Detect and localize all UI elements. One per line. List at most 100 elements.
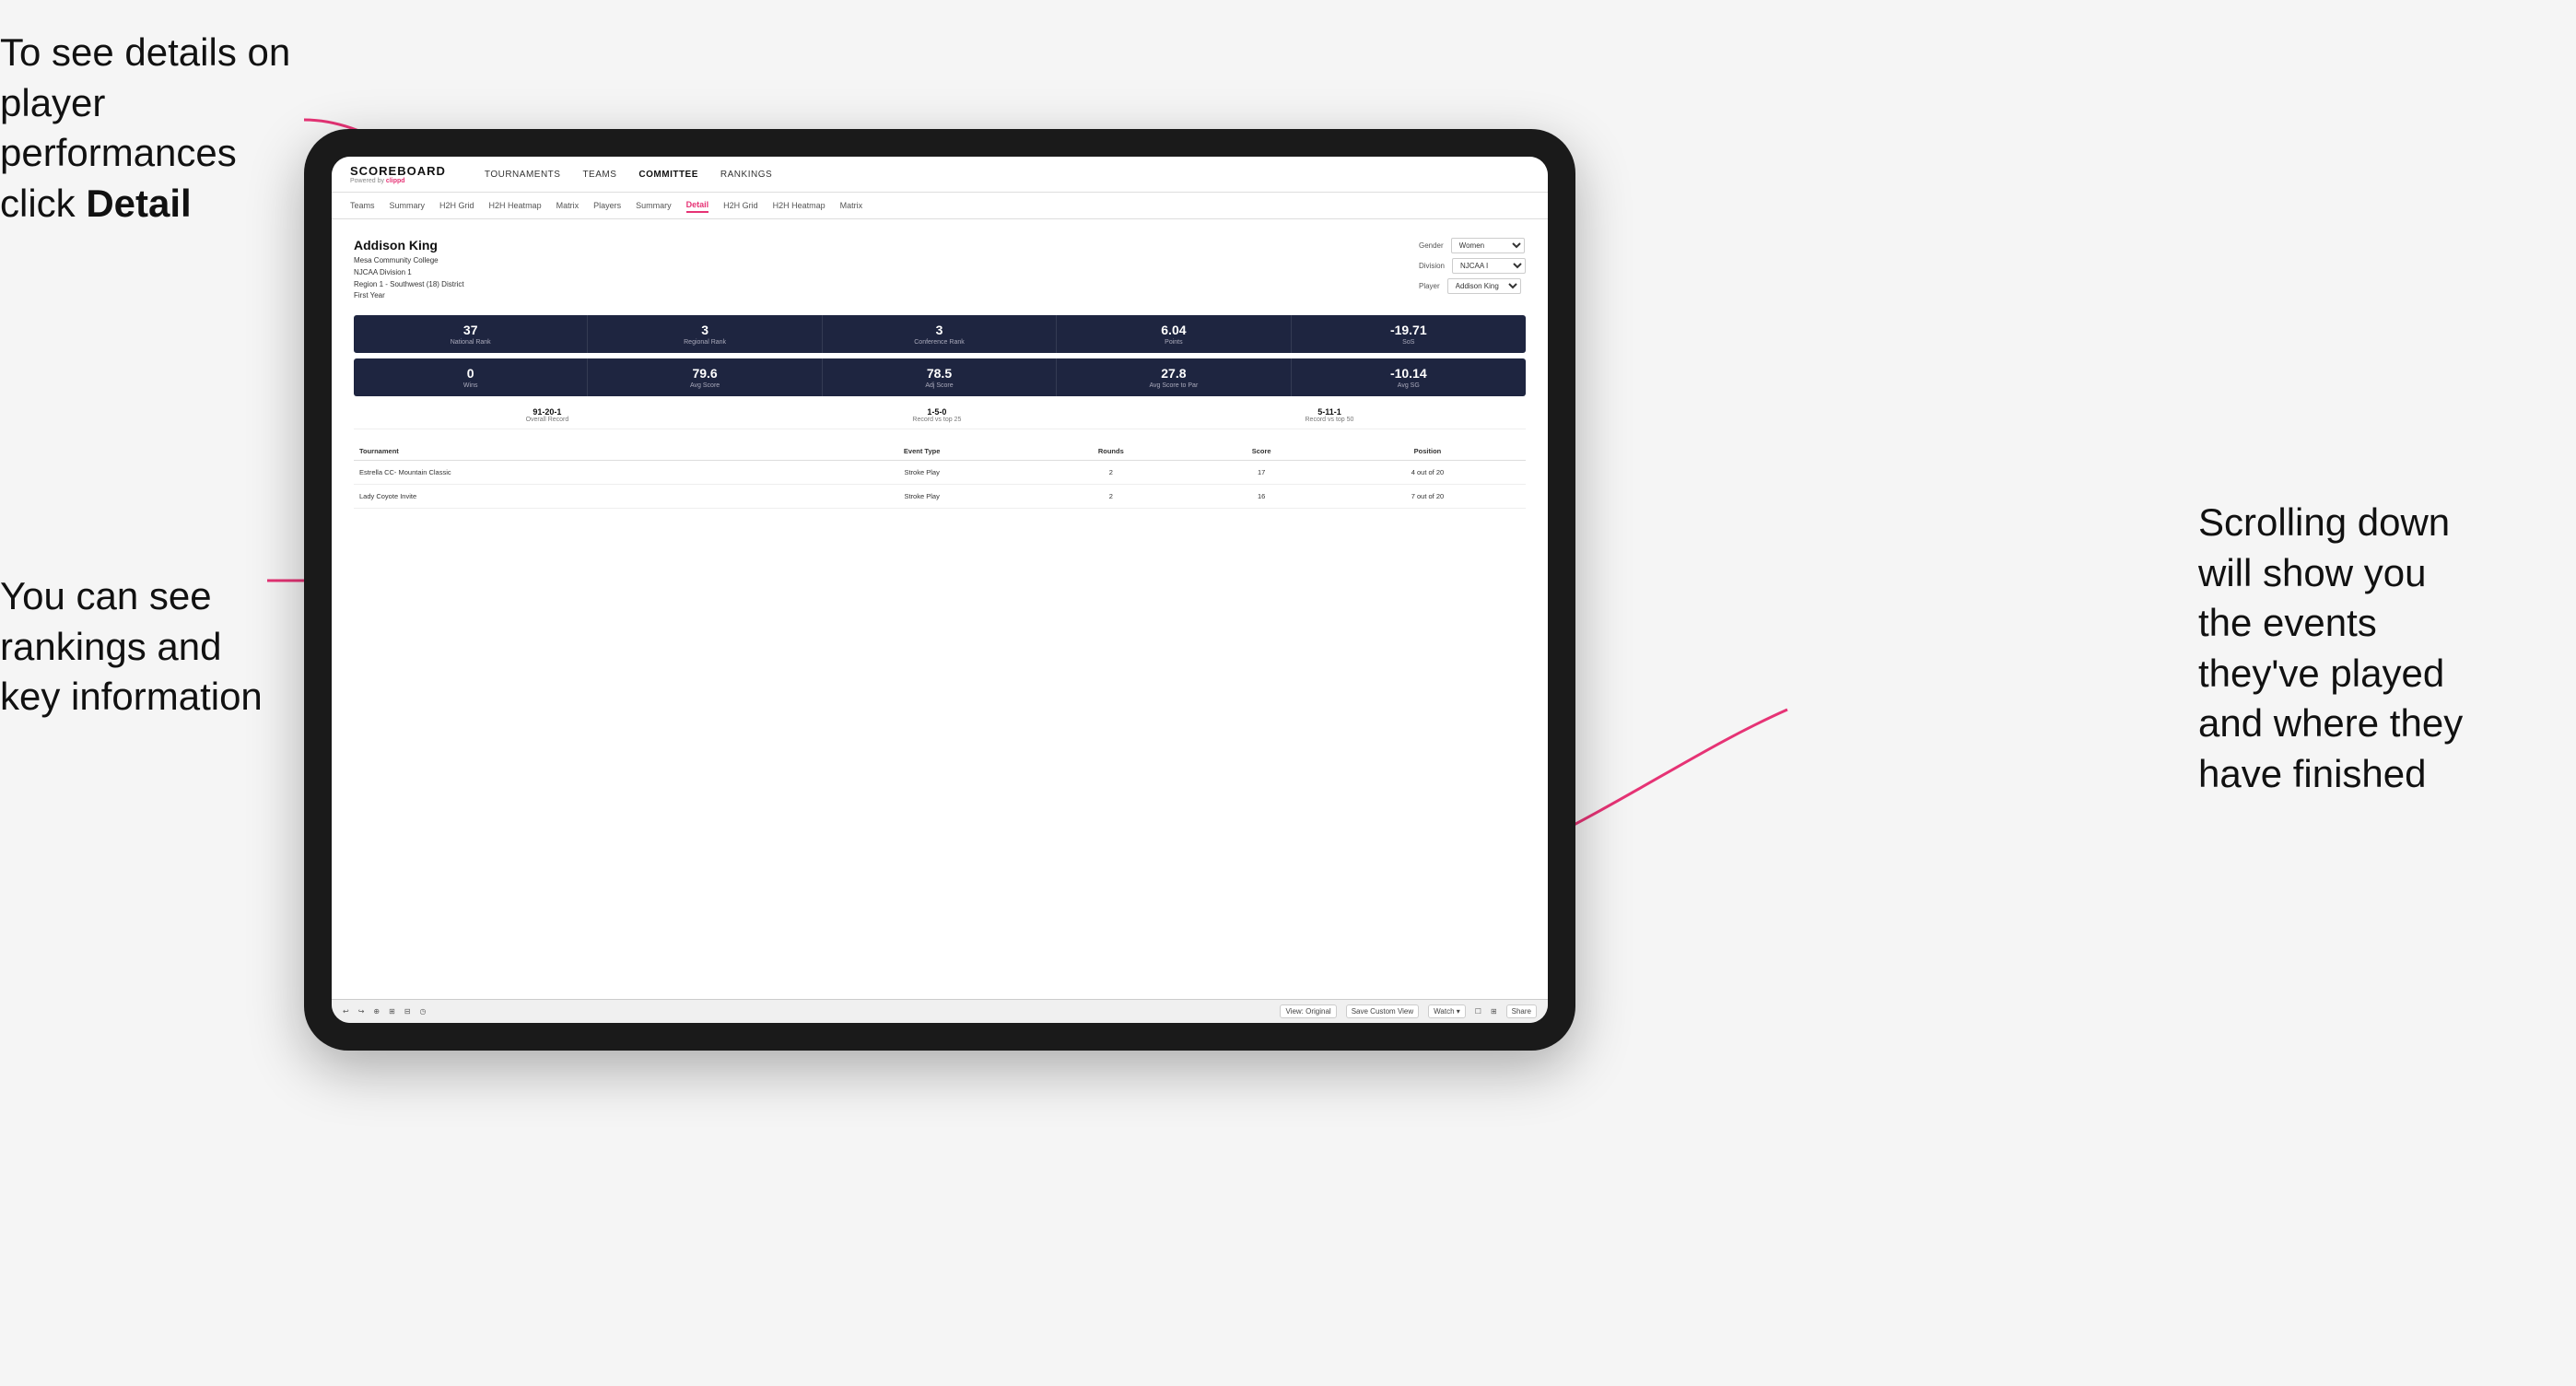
division-select[interactable]: NJCAA I	[1452, 258, 1526, 274]
toolbar-icon2[interactable]: ⊞	[389, 1007, 395, 1016]
record-top25: 1-5-0 Record vs top 25	[912, 407, 961, 423]
row1-tournament: Estrella CC- Mountain Classic	[354, 461, 815, 485]
subnav-h2h-grid[interactable]: H2H Grid	[439, 199, 474, 212]
annotation-top-left: To see details on player performances cl…	[0, 28, 313, 229]
row2-event-type: Stroke Play	[815, 485, 1028, 509]
row2-tournament: Lady Coyote Invite	[354, 485, 815, 509]
stat-sos: -19.71 SoS	[1292, 315, 1526, 353]
subnav-h2h-heatmap2[interactable]: H2H Heatmap	[773, 199, 825, 212]
nav-committee[interactable]: COMMITTEE	[637, 166, 700, 183]
subnav-matrix[interactable]: Matrix	[556, 199, 580, 212]
subnav-h2h-grid2[interactable]: H2H Grid	[723, 199, 758, 212]
tablet-screen: SCOREBOARD Powered by clippd TOURNAMENTS…	[332, 157, 1548, 1023]
col-rounds: Rounds	[1028, 442, 1193, 461]
subnav-h2h-heatmap[interactable]: H2H Heatmap	[489, 199, 542, 212]
avg-sg-label: Avg SG	[1301, 382, 1516, 389]
nav-tournaments[interactable]: TOURNAMENTS	[483, 166, 563, 183]
record-top50: 5-11-1 Record vs top 50	[1306, 407, 1354, 423]
undo-btn[interactable]: ↩	[343, 1007, 349, 1016]
avg-score-par-value: 27.8	[1066, 366, 1281, 381]
top25-record-value: 1-5-0	[912, 407, 961, 417]
logo-text: SCOREBOARD	[350, 164, 446, 178]
annotation-bottom-left: You can see rankings and key information	[0, 571, 313, 722]
stat-avg-score-par: 27.8 Avg Score to Par	[1057, 358, 1291, 396]
player-college: Mesa Community College	[354, 255, 464, 267]
conference-rank-label: Conference Rank	[832, 339, 1047, 346]
sos-value: -19.71	[1301, 323, 1516, 337]
annotation-right: Scrolling down will show you the events …	[2198, 498, 2567, 800]
col-event-type: Event Type	[815, 442, 1028, 461]
points-label: Points	[1066, 339, 1281, 346]
subnav-matrix2[interactable]: Matrix	[840, 199, 863, 212]
row2-position: 7 out of 20	[1329, 485, 1526, 509]
player-section: Addison King Mesa Community College NJCA…	[354, 238, 1526, 302]
powered-by: Powered by clippd	[350, 178, 405, 184]
app-header: SCOREBOARD Powered by clippd TOURNAMENTS…	[332, 157, 1548, 193]
avg-score-par-label: Avg Score to Par	[1066, 382, 1281, 389]
top25-record-label: Record vs top 25	[912, 417, 961, 423]
player-name: Addison King	[354, 238, 464, 253]
col-score: Score	[1193, 442, 1329, 461]
wins-label: Wins	[363, 382, 578, 389]
stat-avg-sg: -10.14 Avg SG	[1292, 358, 1526, 396]
stat-regional-rank: 3 Regional Rank	[588, 315, 822, 353]
record-overall: 91-20-1 Overall Record	[526, 407, 569, 423]
stat-points: 6.04 Points	[1057, 315, 1291, 353]
player-year: First Year	[354, 290, 464, 302]
toolbar-icon3[interactable]: ⊟	[404, 1007, 411, 1016]
national-rank-value: 37	[363, 323, 578, 337]
row1-score: 17	[1193, 461, 1329, 485]
player-select[interactable]: Addison King	[1447, 278, 1521, 294]
watch-btn[interactable]: Watch ▾	[1428, 1004, 1466, 1018]
top50-record-label: Record vs top 50	[1306, 417, 1354, 423]
gender-filter-row: Gender Women	[1419, 238, 1526, 253]
wins-value: 0	[363, 366, 578, 381]
subnav-summary[interactable]: Summary	[390, 199, 426, 212]
overall-record-value: 91-20-1	[526, 407, 569, 417]
subnav-players[interactable]: Players	[593, 199, 621, 212]
row1-rounds: 2	[1028, 461, 1193, 485]
subnav-detail[interactable]: Detail	[686, 198, 709, 213]
toolbar-icon4[interactable]: ◷	[420, 1007, 427, 1016]
sub-nav: Teams Summary H2H Grid H2H Heatmap Matri…	[332, 193, 1548, 219]
player-filters: Gender Women Division NJCAA I Player	[1419, 238, 1526, 294]
avg-score-value: 79.6	[597, 366, 812, 381]
conference-rank-value: 3	[832, 323, 1047, 337]
save-custom-btn[interactable]: Save Custom View	[1346, 1004, 1419, 1018]
gender-label: Gender	[1419, 241, 1444, 250]
toolbar-icon5[interactable]: ☐	[1475, 1007, 1481, 1016]
redo-btn[interactable]: ↪	[358, 1007, 365, 1016]
adj-score-value: 78.5	[832, 366, 1047, 381]
view-original-btn[interactable]: View: Original	[1280, 1004, 1336, 1018]
avg-score-label: Avg Score	[597, 382, 812, 389]
avg-sg-value: -10.14	[1301, 366, 1516, 381]
stat-wins: 0 Wins	[354, 358, 588, 396]
gender-select[interactable]: Women	[1451, 238, 1525, 253]
subnav-summary2[interactable]: Summary	[636, 199, 672, 212]
regional-rank-label: Regional Rank	[597, 339, 812, 346]
table-row: Lady Coyote Invite Stroke Play 2 16 7 ou…	[354, 485, 1526, 509]
content-area[interactable]: Addison King Mesa Community College NJCA…	[332, 219, 1548, 999]
player-division: NJCAA Division 1	[354, 267, 464, 279]
bottom-toolbar: ↩ ↪ ⊕ ⊞ ⊟ ◷ View: Original Save Custom V…	[332, 999, 1548, 1023]
regional-rank-value: 3	[597, 323, 812, 337]
row1-event-type: Stroke Play	[815, 461, 1028, 485]
subnav-teams[interactable]: Teams	[350, 199, 375, 212]
points-value: 6.04	[1066, 323, 1281, 337]
toolbar-icon1[interactable]: ⊕	[373, 1007, 380, 1016]
player-filter-label: Player	[1419, 282, 1440, 290]
nav-rankings[interactable]: RANKINGS	[719, 166, 774, 183]
table-row: Estrella CC- Mountain Classic Stroke Pla…	[354, 461, 1526, 485]
national-rank-label: National Rank	[363, 339, 578, 346]
stat-avg-score: 79.6 Avg Score	[588, 358, 822, 396]
sos-label: SoS	[1301, 339, 1516, 346]
row2-score: 16	[1193, 485, 1329, 509]
share-btn[interactable]: Share	[1506, 1004, 1537, 1018]
stats-row1: 37 National Rank 3 Regional Rank 3 Confe…	[354, 315, 1526, 353]
main-nav: TOURNAMENTS TEAMS COMMITTEE RANKINGS	[483, 166, 774, 183]
adj-score-label: Adj Score	[832, 382, 1047, 389]
table-header-row: Tournament Event Type Rounds Score Posit…	[354, 442, 1526, 461]
toolbar-icon6[interactable]: ⊞	[1491, 1007, 1497, 1016]
player-info: Addison King Mesa Community College NJCA…	[354, 238, 464, 302]
nav-teams[interactable]: TEAMS	[580, 166, 618, 183]
